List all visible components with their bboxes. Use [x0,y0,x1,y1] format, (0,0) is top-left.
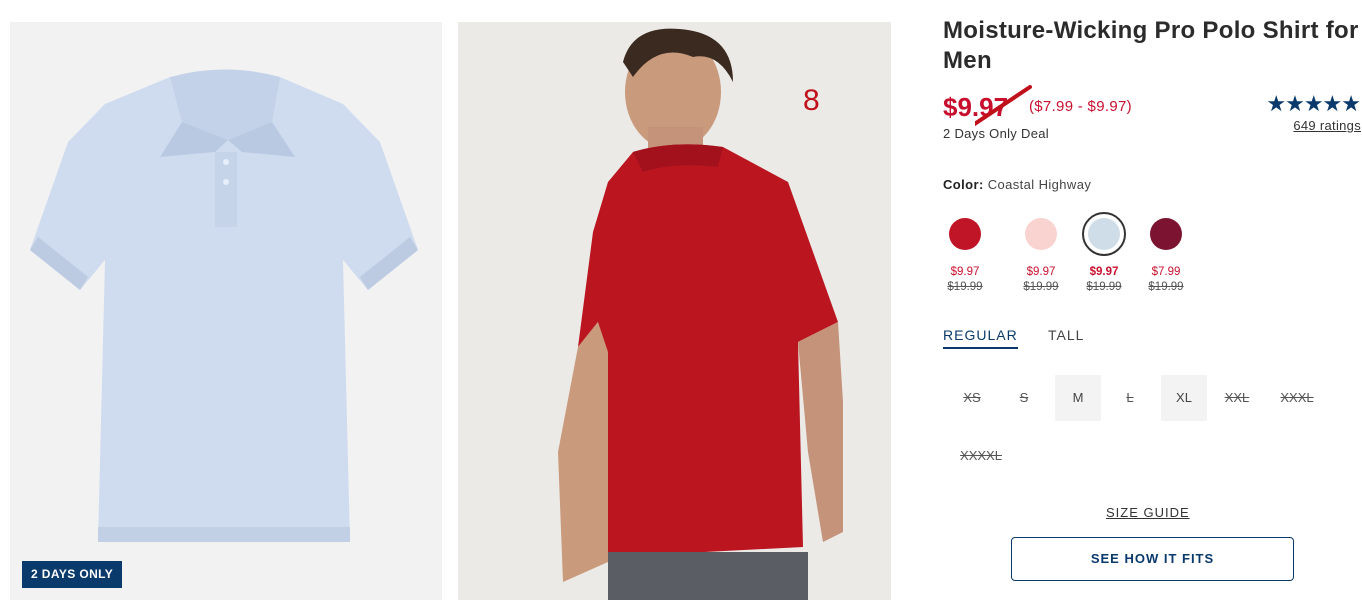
swatch-color-dot [1150,218,1182,250]
size-option-s[interactable]: S [1001,375,1047,421]
polo-shirt-illustration [10,22,442,600]
swatch-original-price: $19.99 [1086,281,1122,293]
size-option-xs[interactable]: XS [949,375,995,421]
color-swatch[interactable] [943,212,987,256]
swatch-color-dot [1025,218,1057,250]
size-option-l[interactable]: L [1107,375,1153,421]
model-photo-illustration [458,22,891,600]
swatch-sale-price: $9.97 [1089,266,1119,278]
color-selection-label: Color: Coastal Highway [943,177,1091,192]
swatch-price: $9.97 $19.99 [935,265,995,295]
selected-color-name: Coastal Highway [987,177,1092,192]
swatch-price: $9.97 $19.99 [1074,265,1134,295]
color-swatch[interactable] [1082,212,1126,256]
size-option-xxxl[interactable]: XXXL [1271,375,1323,421]
swatch-sale-price: $9.97 [1026,266,1056,278]
size-option-xl[interactable]: XL [1161,375,1207,421]
size-guide-link[interactable]: SIZE GUIDE [1106,505,1190,520]
swatch-original-price: $19.99 [947,281,983,293]
swatch-price: $7.99 $19.99 [1136,265,1196,295]
see-how-it-fits-button[interactable]: SEE HOW IT FITS [1011,537,1294,581]
ratings-link[interactable]: 649 ratings [1293,118,1361,133]
size-option-xxxxl[interactable]: XXXXL [951,433,1011,479]
swatch-sale-price: $7.99 [1151,266,1181,278]
annotation-strike-mark [975,85,1032,127]
tab-regular[interactable]: REGULAR [943,327,1018,349]
swatch-original-price: $19.99 [1148,281,1184,293]
swatch-color-dot [1088,218,1120,250]
price-range: ($7.99 - $9.97) [1029,98,1132,115]
swatch-price: $9.97 $19.99 [1011,265,1071,295]
product-title: Moisture-Wicking Pro Polo Shirt for Men [943,17,1359,74]
swatch-sale-price: $9.97 [950,266,980,278]
size-option-xxl[interactable]: XXL [1214,375,1260,421]
product-image-model[interactable] [458,22,891,600]
annotation-number: 8 [803,84,820,117]
color-label: Color: [943,177,984,192]
size-option-m[interactable]: M [1055,375,1101,421]
color-swatch[interactable] [1019,212,1063,256]
tab-tall[interactable]: TALL [1048,327,1084,343]
two-days-only-badge: 2 DAYS ONLY [22,561,123,588]
product-image-front[interactable] [10,22,442,600]
color-swatch[interactable] [1144,212,1188,256]
swatch-color-dot [949,218,981,250]
star-rating-icon: ★★★★★ [1266,91,1361,116]
swatch-original-price: $19.99 [1023,281,1059,293]
